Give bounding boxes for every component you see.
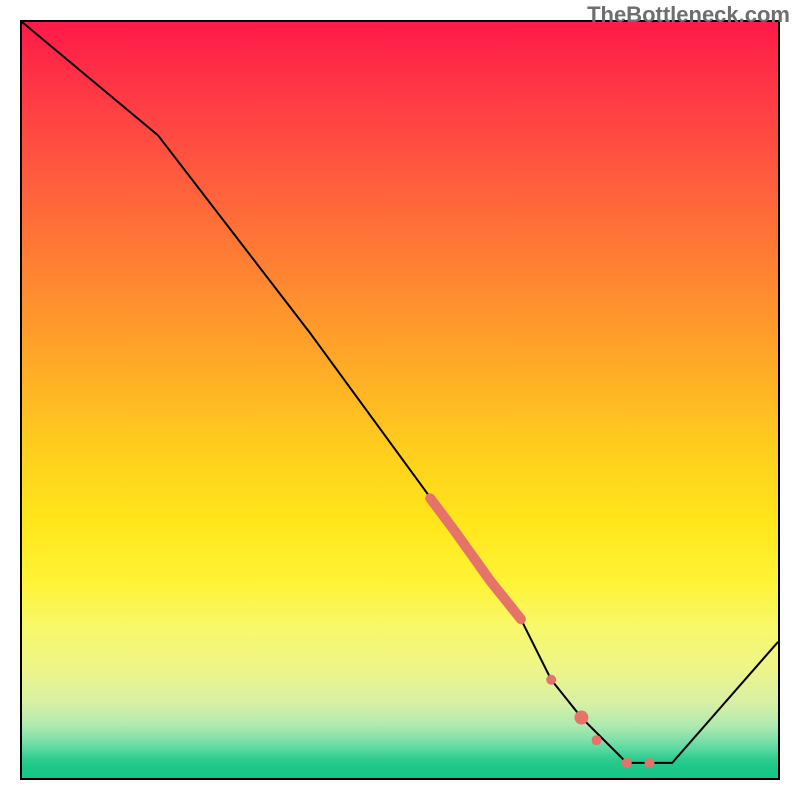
highlight-dot — [645, 758, 655, 768]
chart-container: TheBottleneck.com — [0, 0, 800, 800]
highlight-dot — [546, 675, 556, 685]
highlight-dot — [622, 758, 632, 768]
highlight-dot — [574, 711, 588, 725]
line-chart-svg — [22, 22, 778, 778]
watermark-text: TheBottleneck.com — [587, 2, 790, 28]
highlight-segment — [430, 498, 521, 619]
plot-area — [20, 20, 780, 780]
highlight-dot — [592, 735, 602, 745]
main-curve — [22, 22, 778, 763]
highlight-dots — [546, 675, 654, 768]
